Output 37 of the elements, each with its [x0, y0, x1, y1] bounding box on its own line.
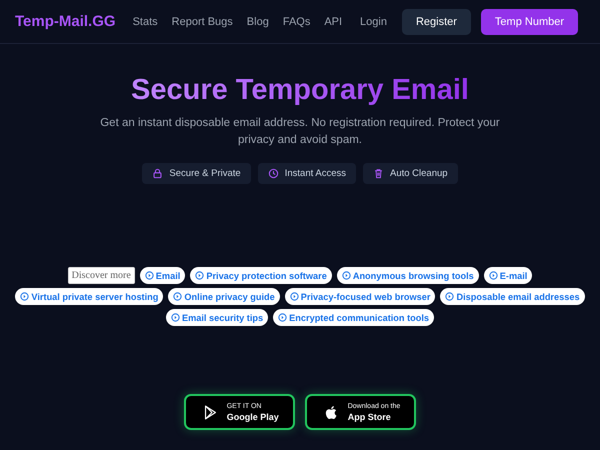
clock-icon	[268, 168, 279, 179]
search-tag[interactable]: Email security tips	[166, 309, 268, 326]
nav-link[interactable]: API	[324, 16, 342, 28]
search-tag[interactable]: Disposable email addresses	[440, 288, 585, 305]
temp-number-button[interactable]: Temp Number	[480, 8, 578, 34]
play-circle-icon	[144, 271, 154, 280]
play-circle-icon	[278, 313, 288, 322]
feature-label: Auto Cleanup	[390, 168, 448, 179]
play-circle-icon	[20, 292, 30, 301]
nav-link[interactable]: Stats	[132, 16, 158, 28]
search-tag[interactable]: Privacy-focused web browser	[284, 288, 436, 305]
nav-link[interactable]: Blog	[246, 16, 269, 28]
search-tag[interactable]: Privacy protection software	[190, 267, 332, 284]
hero-subtitle: Get an instant disposable email address. No registration required. Protect your privacy and avoid spam.	[100, 116, 500, 148]
play-circle-icon	[488, 271, 498, 280]
play-circle-icon	[342, 271, 351, 280]
feature-label: Secure & Private	[169, 168, 241, 179]
register-button[interactable]: Register	[402, 8, 471, 34]
search-tag[interactable]: Online privacy guide	[168, 288, 280, 305]
lock-icon	[152, 168, 164, 179]
play-circle-icon	[445, 292, 454, 301]
logo[interactable]: Temp-Mail.GG	[15, 13, 116, 30]
login-link[interactable]: Login	[360, 16, 387, 28]
search-tag[interactable]: Anonymous browsing tools	[336, 267, 479, 284]
play-circle-icon	[195, 271, 204, 280]
feature-label: Instant Access	[284, 168, 346, 179]
search-tag[interactable]: E-mail	[484, 267, 532, 284]
nav-link[interactable]: FAQs	[282, 16, 310, 28]
discover-more-label: Discover more	[68, 267, 135, 284]
search-tag[interactable]: Virtual private server hosting	[15, 288, 164, 305]
nav-link[interactable]: Report Bugs	[172, 16, 233, 28]
search-tag[interactable]: Encrypted communication tools	[273, 309, 434, 326]
play-circle-icon	[173, 292, 182, 301]
trash-icon	[372, 168, 384, 179]
play-circle-icon	[170, 313, 180, 322]
search-tag[interactable]: Email	[140, 267, 186, 284]
play-circle-icon	[290, 292, 299, 301]
